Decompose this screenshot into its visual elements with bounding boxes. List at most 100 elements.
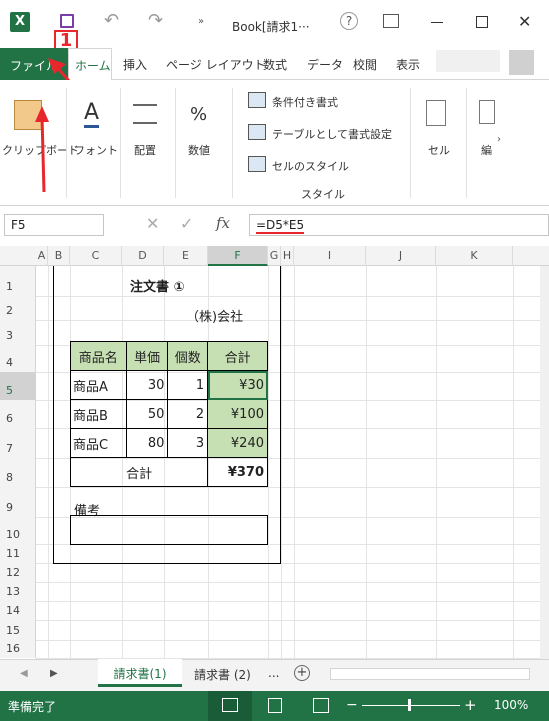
alignment-group-label[interactable]: 配置: [134, 142, 156, 158]
redo-icon[interactable]: ↷: [148, 10, 163, 31]
row-header-14[interactable]: 14: [0, 601, 36, 620]
header-product[interactable]: 商品名: [70, 341, 127, 371]
total-value[interactable]: ¥370: [207, 457, 268, 487]
column-header-c[interactable]: C: [70, 246, 122, 266]
cell-styles-button[interactable]: セルのスタイル: [272, 158, 349, 174]
editing-group-label[interactable]: 編: [481, 142, 492, 158]
cancel-icon[interactable]: ✕: [146, 214, 159, 233]
vertical-scrollbar[interactable]: [540, 266, 549, 659]
row-header-6[interactable]: 6: [0, 400, 36, 428]
save-icon[interactable]: [60, 14, 74, 28]
header-quantity[interactable]: 個数: [167, 341, 209, 371]
enter-icon[interactable]: ✓: [180, 214, 193, 233]
row-header-15[interactable]: 15: [0, 620, 36, 640]
quick-access-more-icon[interactable]: »: [198, 16, 204, 27]
row-header-2[interactable]: 2: [0, 296, 36, 320]
tab-data[interactable]: データ: [307, 56, 343, 73]
cells-icon[interactable]: [426, 100, 446, 126]
table-cell[interactable]: 30: [125, 370, 169, 400]
number-group-label[interactable]: 数値: [188, 142, 210, 158]
zoom-slider[interactable]: [362, 705, 460, 706]
table-cell[interactable]: ¥100: [207, 399, 268, 429]
row-header-8[interactable]: 8: [0, 458, 36, 487]
sheet-tab-2[interactable]: 請求書 (2): [194, 666, 251, 683]
formula-input[interactable]: =D5*E5: [249, 214, 549, 236]
ribbon-display-icon[interactable]: [383, 14, 399, 28]
excel-logo-icon[interactable]: X: [10, 12, 30, 32]
number-icon[interactable]: %: [190, 104, 207, 125]
sheet-tab-active[interactable]: 請求書(1): [98, 659, 182, 687]
horizontal-scrollbar[interactable]: [330, 668, 530, 680]
notes-box[interactable]: [70, 515, 268, 545]
name-box[interactable]: F5: [4, 214, 104, 236]
selected-cell[interactable]: ¥30: [207, 370, 268, 400]
column-header-i[interactable]: I: [294, 246, 366, 266]
table-cell[interactable]: 2: [167, 399, 209, 429]
table-cell[interactable]: 3: [167, 428, 209, 458]
row-header-3[interactable]: 3: [0, 320, 36, 345]
zoom-out-button[interactable]: −: [346, 697, 358, 713]
table-cell[interactable]: ¥240: [207, 428, 268, 458]
column-header-h[interactable]: H: [281, 246, 294, 266]
row-header-7[interactable]: 7: [0, 428, 36, 458]
alignment-icon[interactable]: [133, 104, 157, 124]
column-header-b[interactable]: B: [48, 246, 70, 266]
table-cell[interactable]: 商品C: [70, 428, 127, 458]
insert-function-button[interactable]: fx: [216, 214, 230, 232]
header-total[interactable]: 合計: [207, 341, 268, 371]
total-label[interactable]: 合計: [69, 457, 209, 487]
conditional-format-button[interactable]: 条件付き書式: [272, 94, 338, 110]
header-unit-price[interactable]: 単価: [125, 341, 169, 371]
format-as-table-icon[interactable]: [248, 124, 266, 140]
zoom-slider-thumb[interactable]: [408, 699, 411, 711]
row-header-1[interactable]: 1: [0, 266, 36, 296]
table-cell[interactable]: 1: [167, 370, 209, 400]
zoom-level[interactable]: 100%: [494, 698, 528, 712]
cell-styles-icon[interactable]: [248, 156, 266, 172]
undo-icon[interactable]: ↶: [104, 10, 119, 31]
row-header-5[interactable]: 5: [0, 372, 36, 400]
editing-icon[interactable]: [479, 100, 495, 124]
ribbon-scroll-right-icon[interactable]: ›: [497, 134, 501, 145]
row-header-11[interactable]: 11: [0, 544, 36, 563]
column-header-e[interactable]: E: [164, 246, 208, 266]
table-cell[interactable]: 商品A: [70, 370, 127, 400]
column-header-j[interactable]: J: [366, 246, 436, 266]
column-header-f[interactable]: F: [208, 246, 268, 266]
row-header-10[interactable]: 10: [0, 517, 36, 544]
avatar[interactable]: [509, 50, 534, 75]
row-header-13[interactable]: 13: [0, 582, 36, 601]
row-header-12[interactable]: 12: [0, 563, 36, 582]
cells-group-label[interactable]: セル: [428, 142, 450, 158]
sheet-next-icon[interactable]: ▶: [50, 668, 58, 679]
sheet-prev-icon[interactable]: ◀: [20, 668, 28, 679]
font-icon[interactable]: A: [84, 100, 100, 128]
table-cell[interactable]: 商品B: [70, 399, 127, 429]
column-header-d[interactable]: D: [122, 246, 164, 266]
page-layout-view-icon[interactable]: [268, 698, 282, 713]
close-icon[interactable]: ✕: [518, 12, 531, 31]
tab-review[interactable]: 校閲: [353, 56, 377, 73]
column-header-a[interactable]: A: [36, 246, 48, 266]
minimize-icon[interactable]: [431, 22, 443, 23]
column-header-g[interactable]: G: [268, 246, 281, 266]
row-header-16[interactable]: 16: [0, 640, 36, 658]
maximize-icon[interactable]: [476, 16, 488, 28]
table-cell[interactable]: 80: [125, 428, 169, 458]
sheet-tabs-more[interactable]: ...: [268, 666, 279, 680]
row-header-4[interactable]: 4: [0, 345, 36, 372]
column-header-k[interactable]: K: [436, 246, 513, 266]
zoom-in-button[interactable]: +: [464, 696, 477, 714]
row-header-9[interactable]: 9: [0, 487, 36, 517]
conditional-format-icon[interactable]: [248, 92, 266, 108]
table-cell[interactable]: 50: [125, 399, 169, 429]
tab-page-layout[interactable]: ページ レイアウト: [166, 56, 266, 73]
tab-insert[interactable]: 挿入: [123, 56, 147, 73]
help-button[interactable]: ?: [340, 12, 358, 30]
font-group-label[interactable]: フォント: [74, 142, 118, 158]
page-break-view-icon[interactable]: [313, 698, 329, 713]
tab-formulas[interactable]: 数式: [263, 56, 287, 73]
tab-view[interactable]: 表示: [396, 56, 420, 73]
format-as-table-button[interactable]: テーブルとして書式設定: [272, 126, 392, 142]
add-sheet-button[interactable]: +: [294, 665, 310, 681]
